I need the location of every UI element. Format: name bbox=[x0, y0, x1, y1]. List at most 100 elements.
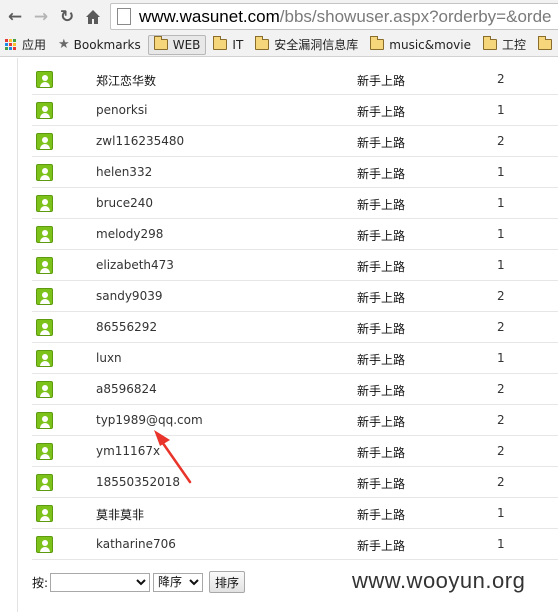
table-row: katharine706 新手上路 1 bbox=[32, 529, 558, 560]
post-count: 1 bbox=[497, 258, 505, 272]
table-row: bruce240 新手上路 1 bbox=[32, 188, 558, 219]
user-level: 新手上路 bbox=[357, 260, 406, 274]
post-count: 2 bbox=[497, 444, 505, 458]
bookmark-folder-web[interactable]: WEB bbox=[147, 34, 207, 55]
table-row: helen332 新手上路 1 bbox=[32, 157, 558, 188]
user-avatar-icon[interactable] bbox=[36, 133, 53, 150]
post-count: 2 bbox=[497, 382, 505, 396]
user-level: 新手上路 bbox=[357, 322, 406, 336]
bookmark-bookmarks[interactable]: ★ Bookmarks bbox=[53, 35, 146, 55]
post-count: 1 bbox=[497, 506, 505, 520]
bookmark-folder-more[interactable] bbox=[533, 35, 558, 55]
user-avatar-icon[interactable] bbox=[36, 257, 53, 274]
username-link[interactable]: helen332 bbox=[96, 165, 152, 179]
user-level: 新手上路 bbox=[357, 167, 406, 181]
user-avatar-icon[interactable] bbox=[36, 102, 53, 119]
apps-grid-icon bbox=[5, 38, 17, 51]
post-count: 2 bbox=[497, 134, 505, 148]
username-link[interactable]: ym11167x bbox=[96, 444, 160, 458]
user-avatar-icon[interactable] bbox=[36, 381, 53, 398]
bookmark-apps[interactable]: 应用 bbox=[0, 35, 51, 55]
post-count: 1 bbox=[497, 103, 505, 117]
bookmark-label: 工控 bbox=[501, 38, 526, 52]
bookmark-label: WEB bbox=[172, 37, 201, 52]
bookmark-label: music&movie bbox=[389, 37, 471, 52]
sort-order-select[interactable]: 降序 bbox=[153, 572, 204, 592]
bookmarks-bar: 应用 ★ Bookmarks WEB IT 安全漏洞信息库 music&movi… bbox=[0, 33, 558, 57]
bookmark-folder-vuln-db[interactable]: 安全漏洞信息库 bbox=[250, 35, 363, 55]
back-arrow-icon[interactable]: ← bbox=[4, 6, 26, 28]
username-link[interactable]: typ1989@qq.com bbox=[96, 413, 203, 427]
post-count: 2 bbox=[497, 413, 505, 427]
username-link[interactable]: 86556292 bbox=[96, 320, 157, 334]
folder-icon bbox=[255, 36, 270, 50]
folder-icon bbox=[370, 36, 385, 50]
user-avatar-icon[interactable] bbox=[36, 474, 53, 491]
post-count: 1 bbox=[497, 196, 505, 210]
user-level: 新手上路 bbox=[357, 74, 406, 88]
user-avatar-icon[interactable] bbox=[36, 164, 53, 181]
user-avatar-icon[interactable] bbox=[36, 195, 53, 212]
star-icon: ★ bbox=[58, 37, 70, 52]
username-link[interactable]: luxn bbox=[96, 351, 122, 365]
bookmark-folder-ics[interactable]: 工控 bbox=[478, 35, 531, 55]
post-count: 2 bbox=[497, 289, 505, 303]
url-path: /bbs/showuser.aspx?orderby=&orde bbox=[279, 6, 552, 26]
user-level: 新手上路 bbox=[357, 229, 406, 243]
reload-icon[interactable]: ↻ bbox=[56, 6, 78, 28]
username-link[interactable]: sandy9039 bbox=[96, 289, 162, 303]
user-avatar-icon[interactable] bbox=[36, 226, 53, 243]
user-avatar-icon[interactable] bbox=[36, 288, 53, 305]
page-icon bbox=[117, 8, 131, 25]
sort-controls: 按: 降序 排序 bbox=[32, 570, 246, 594]
post-count: 1 bbox=[497, 351, 505, 365]
post-count: 1 bbox=[497, 537, 505, 551]
table-row: melody298 新手上路 1 bbox=[32, 219, 558, 250]
folder-icon bbox=[213, 36, 228, 50]
username-link[interactable]: 莫非莫非 bbox=[96, 506, 144, 523]
user-level: 新手上路 bbox=[357, 353, 406, 367]
username-link[interactable]: penorksi bbox=[96, 103, 147, 117]
username-link[interactable]: katharine706 bbox=[96, 537, 176, 551]
folder-icon bbox=[153, 36, 168, 50]
user-level: 新手上路 bbox=[357, 446, 406, 460]
table-row: 86556292 新手上路 2 bbox=[32, 312, 558, 343]
username-link[interactable]: zwl116235480 bbox=[96, 134, 184, 148]
username-link[interactable]: elizabeth473 bbox=[96, 258, 174, 272]
bookmark-folder-music-movie[interactable]: music&movie bbox=[365, 35, 476, 55]
table-row: zwl116235480 新手上路 2 bbox=[32, 126, 558, 157]
user-level: 新手上路 bbox=[357, 136, 406, 150]
watermark: www.wooyun.org bbox=[352, 568, 526, 593]
bookmark-folder-it[interactable]: IT bbox=[208, 35, 248, 55]
forward-arrow-icon[interactable]: → bbox=[30, 6, 52, 28]
user-level: 新手上路 bbox=[357, 105, 406, 119]
username-link[interactable]: 18550352018 bbox=[96, 475, 180, 489]
address-bar[interactable]: www.wasunet.com/bbs/showuser.aspx?orderb… bbox=[110, 3, 558, 30]
user-avatar-icon[interactable] bbox=[36, 412, 53, 429]
user-avatar-icon[interactable] bbox=[36, 536, 53, 553]
user-avatar-icon[interactable] bbox=[36, 443, 53, 460]
page-content: 郑江恋华数 新手上路 2 penorksi 新手上路 1 zwl116235480 新手上路 2… bbox=[0, 58, 558, 612]
username-link[interactable]: bruce240 bbox=[96, 196, 153, 210]
username-link[interactable]: a8596824 bbox=[96, 382, 157, 396]
user-avatar-icon[interactable] bbox=[36, 319, 53, 336]
bookmark-label: IT bbox=[232, 37, 244, 52]
user-avatar-icon[interactable] bbox=[36, 505, 53, 522]
username-link[interactable]: 郑江恋华数 bbox=[96, 72, 156, 89]
sort-button[interactable]: 排序 bbox=[209, 571, 246, 593]
user-avatar-icon[interactable] bbox=[36, 71, 53, 88]
browser-toolbar: ← → ↻ www.wasunet.com/bbs/showuser.aspx?… bbox=[0, 0, 558, 33]
table-row: sandy9039 新手上路 2 bbox=[32, 281, 558, 312]
table-row: penorksi 新手上路 1 bbox=[32, 95, 558, 126]
user-level: 新手上路 bbox=[357, 539, 406, 553]
table-row: ym11167x 新手上路 2 bbox=[32, 436, 558, 467]
username-link[interactable]: melody298 bbox=[96, 227, 163, 241]
table-row: 郑江恋华数 新手上路 2 bbox=[32, 64, 558, 95]
user-avatar-icon[interactable] bbox=[36, 350, 53, 367]
sort-field-select[interactable] bbox=[50, 572, 151, 592]
table-row: luxn 新手上路 1 bbox=[32, 343, 558, 374]
post-count: 1 bbox=[497, 227, 505, 241]
home-icon[interactable] bbox=[82, 6, 104, 28]
user-level: 新手上路 bbox=[357, 291, 406, 305]
bookmark-label: 安全漏洞信息库 bbox=[274, 38, 359, 52]
